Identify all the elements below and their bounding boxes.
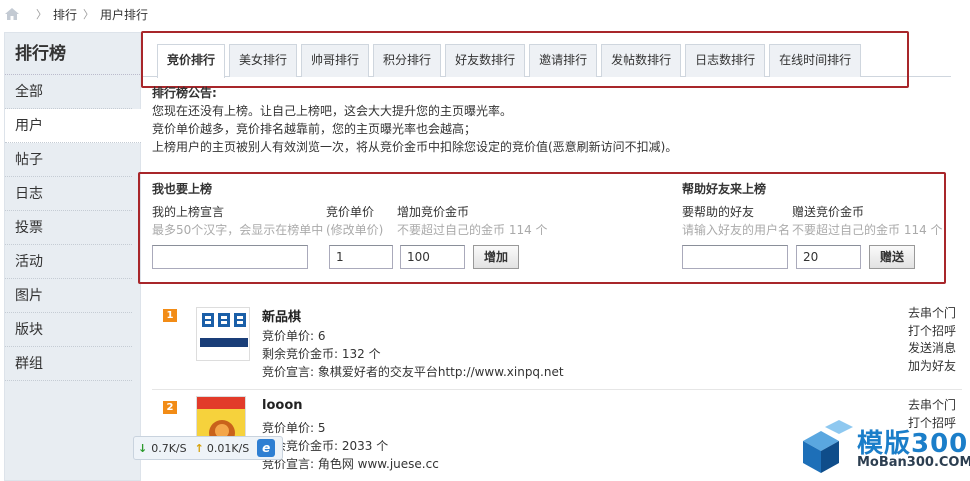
sidebar-item-pictures[interactable]: 图片 [5, 279, 132, 313]
sidebar-item-forum[interactable]: 版块 [5, 313, 132, 347]
sidebar-item-user[interactable]: 用户 [5, 109, 141, 143]
tab-friends-rank[interactable]: 好友数排行 [445, 44, 526, 77]
coins-hint: 不要超过自己的金币 114 个 [397, 223, 548, 237]
declaration-label: 我的上榜宣言 [152, 205, 225, 219]
list-item: 1 新品棋 竞价单价: 6 剩余竞价金币: 132 个 竞价宣言: 象棋爱好者的… [152, 298, 962, 390]
upload-arrow-icon: ↑ [194, 441, 204, 455]
coins-label: 增加竞价金币 [397, 205, 470, 219]
download-speed: 0.7K/S [151, 441, 187, 455]
rank-username[interactable]: 新品棋 [262, 306, 301, 325]
sidebar-item-poll[interactable]: 投票 [5, 211, 132, 245]
friend-label: 要帮助的好友 [682, 205, 755, 219]
tab-posts-rank[interactable]: 发帖数排行 [601, 44, 682, 77]
notice: 排行榜公告: 您现在还没有上榜。让自己上榜吧，这会大大提升您的主页曝光率。 竞价… [152, 84, 932, 156]
tab-blog-rank[interactable]: 日志数排行 [685, 44, 766, 77]
gift-hint: 不要超过自己的金币 114 个 [792, 223, 943, 237]
gift-button[interactable]: 赠送 [869, 245, 916, 269]
rank-badge: 2 [163, 401, 177, 414]
download-arrow-icon: ↓ [138, 441, 148, 455]
bid-form-area: 我也要上榜 我的上榜宣言 最多50个汉字，会显示在榜单中 竞价单价 (修改单价)… [152, 178, 952, 269]
add-friend-link[interactable]: 加为好友 [908, 358, 956, 376]
breadcrumb-separator-icon: 〉 [36, 8, 47, 21]
upload-speed: 0.01K/S [206, 441, 250, 455]
tab-online-time-rank[interactable]: 在线时间排行 [769, 44, 862, 77]
price-hint[interactable]: (修改单价) [326, 221, 383, 238]
sidebar-item-activity[interactable]: 活动 [5, 245, 132, 279]
tab-beauty-rank[interactable]: 美女排行 [229, 44, 298, 77]
tab-handsome-rank[interactable]: 帅哥排行 [301, 44, 370, 77]
breadcrumb-item-rank[interactable]: 排行 [53, 6, 77, 23]
gift-input[interactable] [796, 245, 861, 269]
browser-icon[interactable]: e [257, 439, 276, 457]
main-content: 竞价排行 美女排行 帅哥排行 积分排行 好友数排行 邀请排行 发帖数排行 日志数… [138, 31, 970, 481]
breadcrumb: 〉 排行 〉 用户排行 [0, 0, 970, 28]
tab-bar: 竞价排行 美女排行 帅哥排行 积分排行 好友数排行 邀请排行 发帖数排行 日志数… [141, 44, 951, 78]
sidebar-item-group[interactable]: 群组 [5, 347, 132, 381]
declaration-hint: 最多50个汉字，会显示在榜单中 [152, 223, 324, 237]
friend-input[interactable] [682, 245, 788, 269]
home-icon[interactable] [4, 7, 20, 21]
rank-declaration: 竞价宣言: 象棋爱好者的交友平台http://www.xinpq.net [262, 365, 564, 379]
rank-price: 竞价单价: 5 [262, 421, 326, 435]
sidebar-item-blog[interactable]: 日志 [5, 177, 132, 211]
declaration-input[interactable] [152, 245, 308, 269]
greet-link[interactable]: 打个招呼 [908, 323, 956, 341]
rank-declaration: 竞价宣言: 角色网 www.juese.cc [262, 457, 439, 471]
rank-actions: 去串个门 打个招呼 发送消息 加为好友 [908, 305, 956, 375]
breadcrumb-separator-icon: 〉 [83, 8, 95, 21]
visit-link[interactable]: 去串个门 [908, 305, 956, 323]
coins-input[interactable] [400, 245, 465, 269]
add-button[interactable]: 增加 [473, 245, 520, 269]
rank-username[interactable]: looon [262, 398, 303, 413]
rank-remaining: 剩余竞价金币: 132 个 [262, 347, 381, 361]
notice-line: 上榜用户的主页被别人有效浏览一次，将从竞价金币中扣除您设定的竞价值(恶意刷新访问… [152, 140, 678, 154]
price-input[interactable] [329, 245, 393, 269]
rank-price: 竞价单价: 6 [262, 329, 326, 343]
breadcrumb-item-user-rank[interactable]: 用户排行 [100, 6, 148, 23]
network-speed-widget[interactable]: ↓ 0.7K/S ↑ 0.01K/S e [133, 436, 283, 460]
notice-line: 竞价单价越多，竞价排名越靠前，您的主页曝光率也会越高； [152, 122, 477, 136]
self-form-heading: 我也要上榜 [152, 182, 213, 196]
tab-points-rank[interactable]: 积分排行 [373, 44, 442, 77]
watermark-logo: 模版300 MoBan300.COM [795, 419, 970, 481]
friend-form-heading: 帮助好友来上榜 [682, 182, 767, 196]
sidebar-title: 排行榜 [5, 33, 140, 75]
price-label: 竞价单价 [326, 205, 375, 219]
visit-link[interactable]: 去串个门 [908, 397, 956, 415]
sidebar: 排行榜 全部 用户 帖子 日志 投票 活动 图片 版块 群组 [4, 32, 141, 481]
watermark-subtext: MoBan300.COM [857, 455, 970, 470]
avatar[interactable] [196, 307, 250, 361]
friend-hint: 请输入好友的用户名 [682, 223, 791, 237]
avatar-logo-icon [197, 308, 249, 360]
message-link[interactable]: 发送消息 [908, 340, 956, 358]
gift-label: 赠送竞价金币 [792, 205, 865, 219]
tab-invite-rank[interactable]: 邀请排行 [529, 44, 598, 77]
notice-title: 排行榜公告: [152, 86, 217, 100]
rank-badge: 1 [163, 309, 177, 322]
sidebar-item-posts[interactable]: 帖子 [5, 143, 132, 177]
sidebar-item-all[interactable]: 全部 [5, 75, 132, 109]
tab-bid-rank[interactable]: 竞价排行 [157, 44, 226, 78]
notice-line: 您现在还没有上榜。让自己上榜吧，这会大大提升您的主页曝光率。 [152, 104, 513, 118]
cube-logo-icon [803, 420, 853, 473]
